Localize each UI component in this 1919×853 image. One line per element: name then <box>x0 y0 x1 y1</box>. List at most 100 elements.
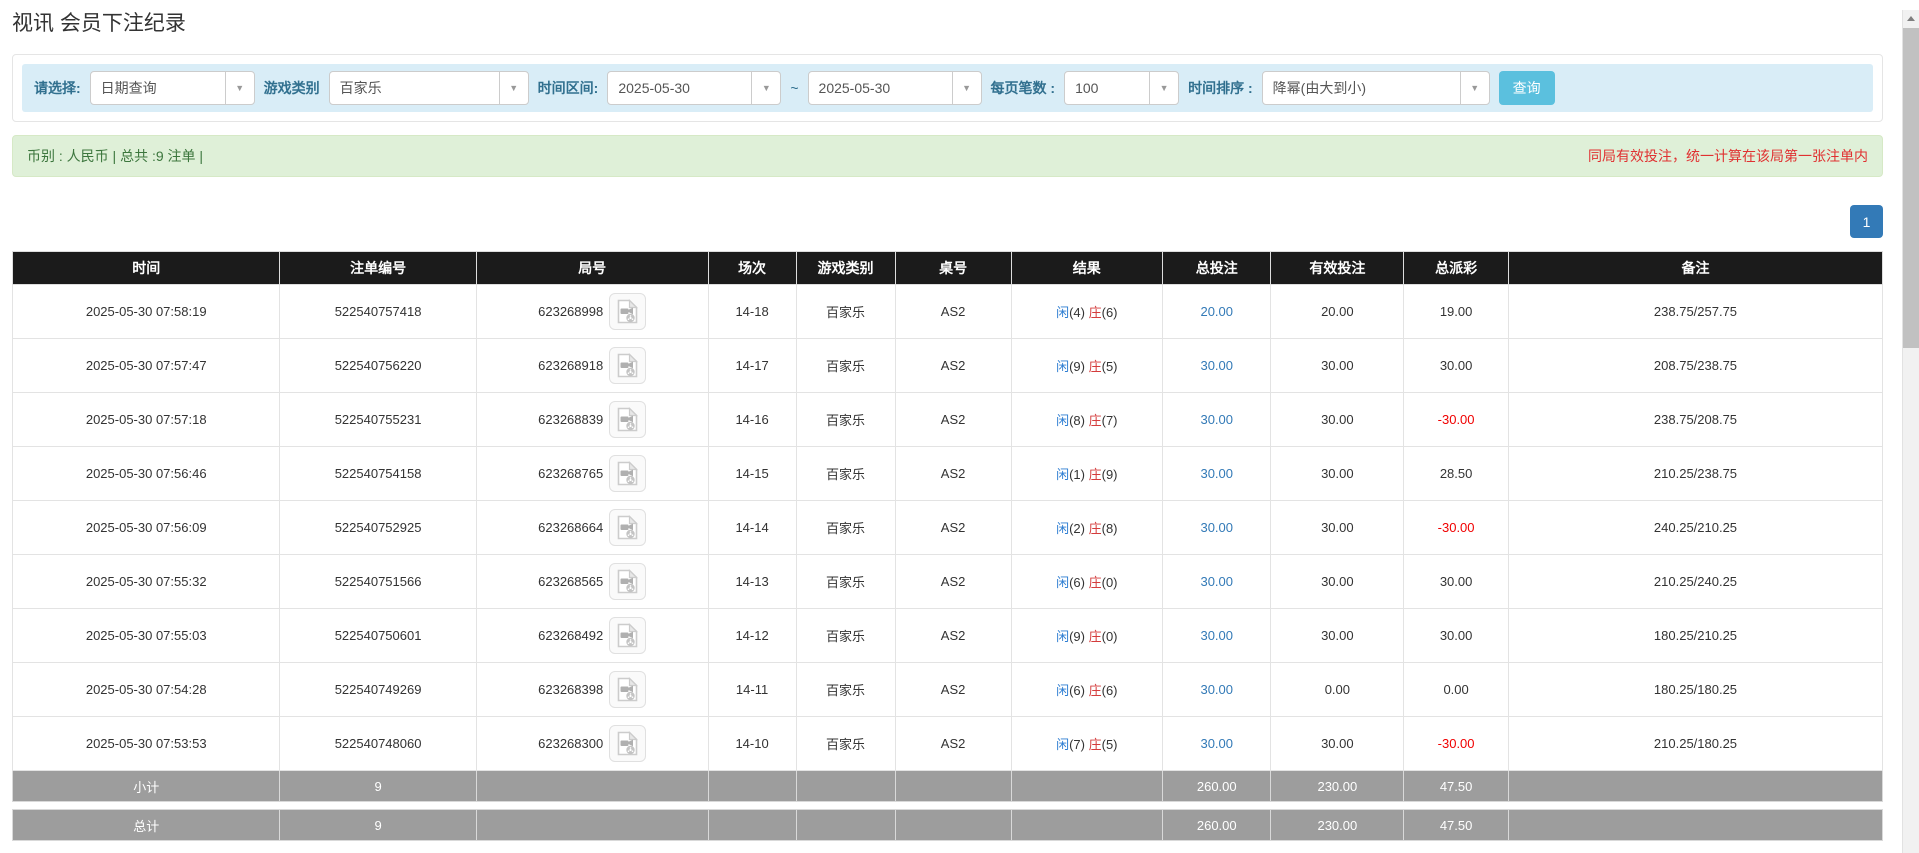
chevron-down-icon: ▼ <box>751 72 780 104</box>
round-number: 623268839 <box>538 412 603 427</box>
scrollbar-thumb[interactable] <box>1903 28 1919 348</box>
column-header-1: 注单编号 <box>280 252 476 285</box>
cell-bet-id: 522540748060 <box>280 717 476 771</box>
total-bet-link[interactable]: 30.00 <box>1200 412 1233 427</box>
cell-total-bet: 30.00 <box>1163 555 1271 609</box>
page-size-select[interactable]: 100 ▼ <box>1064 71 1179 105</box>
video-replay-button[interactable] <box>609 401 646 438</box>
result-player-value: (8) <box>1069 413 1085 428</box>
footer-payout: 47.50 <box>1404 771 1509 802</box>
cell-game: 百家乐 <box>796 285 895 339</box>
game-type-value: 百家乐 <box>330 72 499 104</box>
page-1-button[interactable]: 1 <box>1850 205 1883 238</box>
total-bet-link[interactable]: 30.00 <box>1200 466 1233 481</box>
total-bet-link[interactable]: 30.00 <box>1200 520 1233 535</box>
total-bet-link[interactable]: 30.00 <box>1200 736 1233 751</box>
cell-session: 14-15 <box>708 447 796 501</box>
column-header-0: 时间 <box>13 252 280 285</box>
result-player-value: (7) <box>1069 737 1085 752</box>
column-header-4: 游戏类别 <box>796 252 895 285</box>
chevron-down-icon: ▼ <box>1149 72 1178 104</box>
video-replay-button[interactable] <box>609 563 646 600</box>
cell-total-bet: 30.00 <box>1163 663 1271 717</box>
cell-bet-id: 522540752925 <box>280 501 476 555</box>
time-sort-select[interactable]: 降幂(由大到小) ▼ <box>1262 71 1490 105</box>
search-button[interactable]: 查询 <box>1499 71 1555 105</box>
cell-result: 闲(6) 庄(0) <box>1011 555 1162 609</box>
cell-valid-bet: 30.00 <box>1271 447 1404 501</box>
result-banker-value: (0) <box>1102 629 1118 644</box>
video-file-icon <box>617 407 638 432</box>
round-number: 623268565 <box>538 574 603 589</box>
cell-payout: 30.00 <box>1404 555 1509 609</box>
video-replay-button[interactable] <box>609 509 646 546</box>
total-bet-link[interactable]: 30.00 <box>1200 682 1233 697</box>
table-row: 2025-05-30 07:57:18522540755231623268839… <box>13 393 1883 447</box>
cell-bet-id: 522540750601 <box>280 609 476 663</box>
chevron-down-icon: ▼ <box>952 72 981 104</box>
cell-payout: 30.00 <box>1404 339 1509 393</box>
cell-session: 14-16 <box>708 393 796 447</box>
cell-game: 百家乐 <box>796 663 895 717</box>
bet-records-table: 时间注单编号局号场次游戏类别桌号结果总投注有效投注总派彩备注 2025-05-3… <box>12 251 1883 841</box>
query-type-select[interactable]: 日期查询 ▼ <box>90 71 255 105</box>
result-banker-label: 庄 <box>1089 629 1102 644</box>
cell-remark: 240.25/210.25 <box>1508 501 1882 555</box>
result-banker-value: (8) <box>1102 521 1118 536</box>
payout-value: 19.00 <box>1440 304 1473 319</box>
result-banker-label: 庄 <box>1089 359 1102 374</box>
cell-valid-bet: 30.00 <box>1271 339 1404 393</box>
cell-session: 14-10 <box>708 717 796 771</box>
video-replay-button[interactable] <box>609 617 646 654</box>
scrollbar[interactable] <box>1902 10 1919 853</box>
summary-currency-count: 币别 : 人民币 | 总共 :9 注单 | <box>27 146 203 166</box>
cell-total-bet: 20.00 <box>1163 285 1271 339</box>
video-replay-button[interactable] <box>609 455 646 492</box>
payout-value: 30.00 <box>1440 574 1473 589</box>
cell-payout: -30.00 <box>1404 501 1509 555</box>
video-file-icon <box>617 677 638 702</box>
cell-table: AS2 <box>895 717 1011 771</box>
date-to-select[interactable]: 2025-05-30 ▼ <box>808 71 982 105</box>
result-player-value: (1) <box>1069 467 1085 482</box>
cell-time: 2025-05-30 07:55:32 <box>13 555 280 609</box>
video-replay-button[interactable] <box>609 347 646 384</box>
pagination: 1 <box>12 205 1883 238</box>
result-banker-label: 庄 <box>1089 521 1102 536</box>
column-header-9: 总派彩 <box>1404 252 1509 285</box>
cell-payout: 28.50 <box>1404 447 1509 501</box>
total-bet-link[interactable]: 30.00 <box>1200 358 1233 373</box>
video-replay-button[interactable] <box>609 671 646 708</box>
result-player-value: (9) <box>1069 359 1085 374</box>
footer-count: 9 <box>280 771 476 802</box>
cell-session: 14-12 <box>708 609 796 663</box>
round-number: 623268492 <box>538 628 603 643</box>
query-type-label: 请选择: <box>34 78 81 98</box>
cell-table: AS2 <box>895 501 1011 555</box>
cell-result: 闲(6) 庄(6) <box>1011 663 1162 717</box>
total-bet-link[interactable]: 30.00 <box>1200 628 1233 643</box>
result-player-label: 闲 <box>1056 683 1069 698</box>
total-bet-link[interactable]: 20.00 <box>1200 304 1233 319</box>
scroll-up-button[interactable] <box>1903 10 1919 27</box>
total-bet-link[interactable]: 30.00 <box>1200 574 1233 589</box>
column-header-5: 桌号 <box>895 252 1011 285</box>
result-banker-label: 庄 <box>1089 737 1102 752</box>
payout-value: -30.00 <box>1438 520 1475 535</box>
game-type-select[interactable]: 百家乐 ▼ <box>329 71 529 105</box>
video-replay-button[interactable] <box>609 725 646 762</box>
result-banker-value: (7) <box>1102 413 1118 428</box>
result-banker-value: (6) <box>1102 683 1118 698</box>
result-player-label: 闲 <box>1056 467 1069 482</box>
cell-game: 百家乐 <box>796 339 895 393</box>
table-row: 2025-05-30 07:55:03522540750601623268492… <box>13 609 1883 663</box>
result-player-label: 闲 <box>1056 737 1069 752</box>
date-from-select[interactable]: 2025-05-30 ▼ <box>607 71 781 105</box>
cell-remark: 238.75/208.75 <box>1508 393 1882 447</box>
cell-time: 2025-05-30 07:56:46 <box>13 447 280 501</box>
cell-remark: 210.25/180.25 <box>1508 717 1882 771</box>
round-number: 623268398 <box>538 682 603 697</box>
video-replay-button[interactable] <box>609 293 646 330</box>
range-tilde: ~ <box>790 80 798 96</box>
cell-session: 14-14 <box>708 501 796 555</box>
